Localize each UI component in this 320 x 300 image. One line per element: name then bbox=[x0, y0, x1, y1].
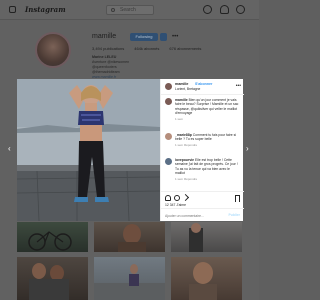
comment-meta: 1 sem Répondre bbox=[175, 142, 198, 147]
commenter-username[interactable]: lovepourvie bbox=[175, 158, 194, 162]
share-arrow-icon[interactable] bbox=[181, 193, 190, 202]
next-post-icon[interactable]: › bbox=[246, 144, 249, 153]
commenter-avatar[interactable] bbox=[165, 133, 172, 140]
grid-photo[interactable] bbox=[94, 222, 165, 252]
like-heart-icon[interactable] bbox=[165, 195, 171, 201]
camera-logo-icon[interactable] bbox=[9, 6, 16, 13]
following-count[interactable]: 676 abonnements bbox=[169, 46, 201, 51]
post-sidebar: mamille S'abonner Lorient, Bretagne ••• … bbox=[160, 79, 244, 221]
posts-count: 3,494 publications bbox=[92, 46, 125, 51]
grid-photo[interactable] bbox=[171, 222, 242, 252]
grid-photo[interactable] bbox=[171, 257, 242, 300]
bookmark-icon[interactable] bbox=[235, 195, 240, 202]
beach-photo bbox=[94, 264, 165, 300]
explore-compass-icon[interactable] bbox=[203, 5, 212, 14]
comment-meta: 1 sem bbox=[175, 116, 184, 121]
grid-photo[interactable] bbox=[94, 257, 165, 300]
profile-avatar[interactable] bbox=[35, 32, 71, 68]
previous-post-icon[interactable]: ‹ bbox=[8, 144, 11, 153]
commenter-username[interactable]: mamille bbox=[175, 98, 188, 102]
comment-bubble-icon[interactable] bbox=[174, 195, 180, 201]
following-button[interactable]: Following bbox=[130, 33, 158, 41]
comment-form: Publier bbox=[161, 208, 244, 221]
selfie-photo bbox=[189, 262, 217, 300]
post-header: mamille S'abonner Lorient, Bretagne ••• bbox=[161, 79, 244, 95]
activity-heart-icon[interactable] bbox=[220, 5, 229, 14]
post-photo[interactable] bbox=[17, 79, 160, 221]
post-modal: mamille S'abonner Lorient, Bretagne ••• … bbox=[17, 79, 244, 221]
post-actions: 12 347 J'aime bbox=[161, 191, 244, 207]
search-icon bbox=[111, 8, 115, 12]
comment-meta: 1 sem Répondre bbox=[175, 176, 198, 181]
commenter-avatar[interactable] bbox=[165, 158, 172, 165]
follow-dropdown-button[interactable] bbox=[160, 33, 167, 41]
publish-button[interactable]: Publier bbox=[229, 213, 241, 217]
likes-count[interactable]: 12 347 J'aime bbox=[165, 203, 186, 207]
commenter-avatar[interactable] bbox=[165, 98, 172, 105]
top-navbar: Instagram Search bbox=[0, 0, 259, 20]
comment-body: lovepourvie Elle est trop belle ! Cette … bbox=[175, 158, 239, 181]
portrait-photo bbox=[118, 224, 146, 252]
post-author-username[interactable]: mamille bbox=[175, 82, 188, 86]
search-input[interactable]: Search bbox=[106, 5, 154, 15]
profile-bio: Marine LELEU Aventure @nikewomen @queenf… bbox=[92, 55, 129, 80]
search-placeholder: Search bbox=[120, 7, 136, 13]
brand-wordmark[interactable]: Instagram bbox=[25, 5, 66, 14]
bicycle-photo bbox=[28, 231, 72, 251]
profile-more-icon[interactable]: ••• bbox=[172, 34, 178, 40]
post-more-icon[interactable]: ••• bbox=[236, 83, 241, 89]
followers-count[interactable]: 464k abonnés bbox=[134, 46, 159, 51]
group-photo bbox=[29, 263, 69, 300]
comment-body: _marie88p Comment tu fais pour faire si … bbox=[175, 133, 239, 147]
post-location[interactable]: Lorient, Bretagne bbox=[175, 87, 200, 91]
follow-link[interactable]: S'abonner bbox=[195, 82, 212, 86]
profile-username: mamille bbox=[92, 33, 117, 40]
comment-body: mamille Bien qu'un jour comment je vais … bbox=[175, 98, 239, 121]
post-author-avatar[interactable] bbox=[165, 83, 172, 90]
post-image bbox=[17, 79, 160, 221]
profile-icon[interactable] bbox=[236, 5, 245, 14]
grid-photo[interactable] bbox=[17, 257, 88, 300]
profile-stats: 3,494 publications 464k abonnés 676 abon… bbox=[92, 46, 201, 51]
comment-input[interactable] bbox=[165, 212, 221, 219]
sitting-photo bbox=[189, 223, 203, 252]
commenter-username[interactable]: _marie88p bbox=[175, 133, 192, 137]
grid-photo[interactable] bbox=[17, 222, 88, 252]
